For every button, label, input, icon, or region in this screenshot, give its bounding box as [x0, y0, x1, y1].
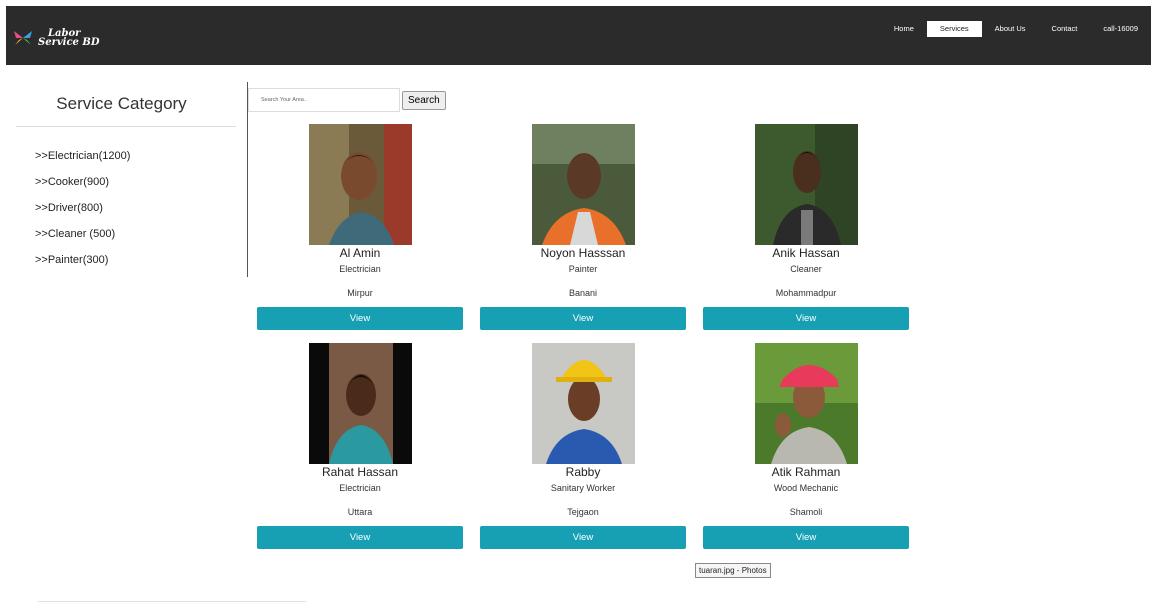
category-cleaner[interactable]: >>Cleaner (500) — [35, 227, 247, 253]
nav-contact[interactable]: Contact — [1039, 21, 1091, 37]
worker-photo — [754, 124, 858, 245]
nav-about-us[interactable]: About Us — [982, 21, 1039, 37]
nav-services[interactable]: Services — [926, 21, 982, 37]
worker-card: Rabby Sanitary Worker Tejgaon View — [480, 343, 686, 549]
worker-area: Mirpur — [347, 288, 373, 298]
worker-name: Rabby — [565, 465, 601, 479]
divider — [16, 126, 236, 127]
search-input[interactable] — [248, 88, 400, 112]
brand-line2: Service BD — [38, 37, 100, 48]
worker-job: Cleaner — [790, 264, 822, 274]
worker-photo — [531, 124, 635, 245]
brand-logo[interactable]: Labor Service BD — [12, 27, 100, 49]
search-button[interactable]: Search — [402, 90, 446, 110]
worker-photo — [308, 343, 412, 464]
category-driver[interactable]: >>Driver(800) — [35, 201, 247, 227]
navbar: Labor Service BD Home Services About Us … — [6, 6, 1151, 65]
worker-job: Electrician — [339, 483, 381, 493]
nav-call[interactable]: call-16009 — [1090, 21, 1151, 37]
category-list: >>Electrician(1200) >>Cooker(900) >>Driv… — [16, 149, 247, 279]
worker-photo — [308, 124, 412, 245]
worker-job: Painter — [568, 264, 598, 274]
page: Labor Service BD Home Services About Us … — [0, 0, 1151, 603]
worker-name: Anik Hassan — [772, 246, 840, 260]
footer-divider — [38, 601, 306, 602]
category-electrician[interactable]: >>Electrician(1200) — [35, 149, 247, 175]
view-button[interactable]: View — [703, 307, 909, 330]
worker-card: Al Amin Electrician Mirpur View — [257, 124, 463, 330]
worker-name: Noyon Hasssan — [540, 246, 626, 260]
worker-card: Rahat Hassan Electrician Uttara View — [257, 343, 463, 549]
worker-name: Al Amin — [339, 246, 381, 260]
view-button[interactable]: View — [257, 307, 463, 330]
sidebar-title: Service Category — [56, 94, 187, 113]
worker-photo — [531, 343, 635, 464]
main-nav: Home Services About Us Contact call-1600… — [881, 21, 1151, 37]
view-button[interactable]: View — [480, 526, 686, 549]
butterfly-logo-icon — [14, 31, 32, 45]
category-cooker[interactable]: >>Cooker(900) — [35, 175, 247, 201]
worker-card: Noyon Hasssan Painter Banani View — [480, 124, 686, 330]
worker-area: Banani — [568, 288, 598, 298]
worker-area: Mohammadpur — [775, 288, 837, 298]
view-button[interactable]: View — [480, 307, 686, 330]
nav-home[interactable]: Home — [881, 21, 927, 37]
view-button[interactable]: View — [703, 526, 909, 549]
worker-name: Atik Rahman — [771, 465, 841, 479]
worker-area: Uttara — [347, 507, 373, 517]
worker-card: Atik Rahman Wood Mechanic Shamoli View — [703, 343, 909, 549]
taskbar-tooltip: tuaran.jpg - Photos — [695, 563, 771, 578]
worker-job: Wood Mechanic — [773, 483, 839, 493]
worker-area: Shamoli — [789, 507, 823, 517]
worker-card: Anik Hassan Cleaner Mohammadpur View — [703, 124, 909, 330]
worker-job: Sanitary Worker — [550, 483, 616, 493]
view-button[interactable]: View — [257, 526, 463, 549]
area-search: Search — [248, 88, 446, 112]
worker-job: Electrician — [339, 264, 381, 274]
worker-photo — [754, 343, 858, 464]
service-category-sidebar: Service Category >>Electrician(1200) >>C… — [16, 82, 248, 277]
worker-name: Rahat Hassan — [321, 465, 399, 479]
worker-area: Tejgaon — [567, 507, 599, 517]
category-painter[interactable]: >>Painter(300) — [35, 253, 247, 279]
brand-name: Labor Service BD — [38, 29, 100, 48]
